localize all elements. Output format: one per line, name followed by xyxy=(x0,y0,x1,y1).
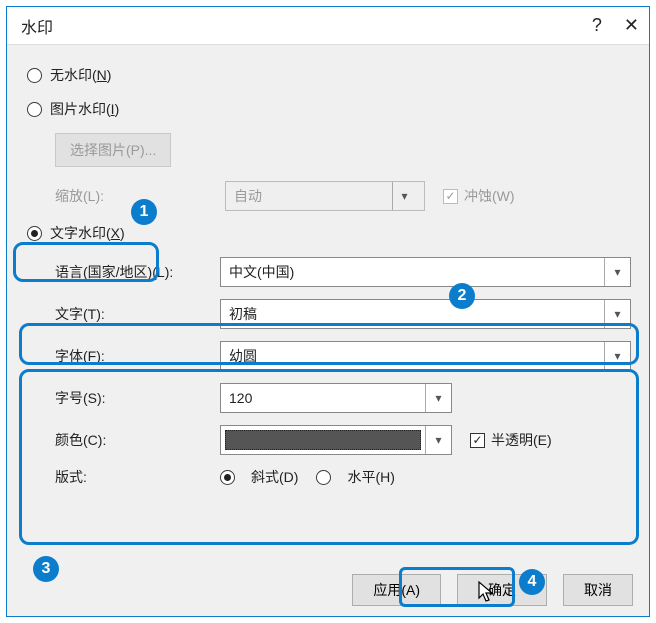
close-icon[interactable]: ✕ xyxy=(624,15,639,36)
watermark-dialog: 水印 ? ✕ 无水印(N) 图片水印(I) 选择图片(P)... 缩放(L) xyxy=(6,6,650,617)
radio-none[interactable] xyxy=(27,68,42,83)
badge-2: 2 xyxy=(449,283,475,309)
semi-label: 半透明(E) xyxy=(491,430,552,450)
layout-diagonal-row[interactable]: 斜式(D) xyxy=(220,467,298,487)
help-icon[interactable]: ? xyxy=(592,15,602,36)
window-controls: ? ✕ xyxy=(592,15,639,36)
language-select[interactable]: 中文(中国) ▾ xyxy=(220,257,631,287)
chevron-down-icon[interactable]: ▾ xyxy=(425,426,451,454)
font-value: 幼圆 xyxy=(221,342,604,370)
washout-label: 冲蚀(W) xyxy=(464,186,515,206)
color-swatch xyxy=(225,430,421,450)
cancel-button[interactable]: 取消 xyxy=(563,574,633,606)
semi-check-row[interactable]: 半透明(E) xyxy=(470,430,552,450)
layout-horizontal-row[interactable]: 水平(H) xyxy=(316,467,394,487)
size-value: 120 xyxy=(221,384,425,412)
text-row: 文字(T): 初稿 ▾ xyxy=(55,299,631,329)
apply-button[interactable]: 应用(A) xyxy=(352,574,441,606)
titlebar: 水印 ? ✕ xyxy=(7,7,649,45)
scale-value: 自动 xyxy=(234,186,392,206)
radio-none-row[interactable]: 无水印(N) xyxy=(27,65,631,85)
select-picture-button: 选择图片(P)... xyxy=(55,133,171,167)
layout-diagonal-label: 斜式(D) xyxy=(251,467,298,487)
size-row: 字号(S): 120 ▾ xyxy=(55,383,631,413)
badge-4: 4 xyxy=(519,569,545,595)
badge-3: 3 xyxy=(33,556,59,582)
color-row: 颜色(C): ▾ 半透明(E) xyxy=(55,425,631,455)
radio-picture-label: 图片水印(I) xyxy=(50,99,119,119)
radio-picture[interactable] xyxy=(27,102,42,117)
chevron-down-icon[interactable]: ▾ xyxy=(604,342,630,370)
size-select[interactable]: 120 ▾ xyxy=(220,383,452,413)
chevron-down-icon[interactable]: ▾ xyxy=(604,300,630,328)
font-row: 字体(F): 幼圆 ▾ xyxy=(55,341,631,371)
language-row: 语言(国家/地区)(L): 中文(中国) ▾ xyxy=(55,257,631,287)
layout-label: 版式: xyxy=(55,467,220,487)
scale-row: 缩放(L): 自动 ▾ 冲蚀(W) xyxy=(27,181,631,211)
title-text: 水印 xyxy=(21,14,53,38)
layout-row: 版式: 斜式(D) 水平(H) xyxy=(55,467,631,487)
text-value: 初稿 xyxy=(221,300,604,328)
language-label: 语言(国家/地区)(L): xyxy=(55,262,220,282)
radio-text-label: 文字水印(X) xyxy=(50,223,125,243)
text-select[interactable]: 初稿 ▾ xyxy=(220,299,631,329)
layout-diagonal-radio[interactable] xyxy=(220,470,235,485)
radio-text-row[interactable]: 文字水印(X) xyxy=(27,223,631,243)
chevron-down-icon[interactable]: ▾ xyxy=(604,258,630,286)
semi-checkbox[interactable] xyxy=(470,433,485,448)
chevron-down-icon: ▾ xyxy=(392,182,416,210)
layout-horizontal-radio[interactable] xyxy=(316,470,331,485)
scale-select: 自动 ▾ xyxy=(225,181,425,211)
washout-checkbox xyxy=(443,189,458,204)
color-label: 颜色(C): xyxy=(55,430,220,450)
text-label: 文字(T): xyxy=(55,304,220,324)
cursor-icon xyxy=(477,580,497,610)
font-label: 字体(F): xyxy=(55,346,220,366)
radio-none-label: 无水印(N) xyxy=(50,65,111,85)
content-area: 无水印(N) 图片水印(I) 选择图片(P)... 缩放(L): 自动 ▾ xyxy=(7,45,649,511)
layout-horizontal-label: 水平(H) xyxy=(347,467,394,487)
font-select[interactable]: 幼圆 ▾ xyxy=(220,341,631,371)
language-value: 中文(中国) xyxy=(221,258,604,286)
radio-text[interactable] xyxy=(27,226,42,241)
size-label: 字号(S): xyxy=(55,388,220,408)
chevron-down-icon[interactable]: ▾ xyxy=(425,384,451,412)
color-select[interactable]: ▾ xyxy=(220,425,452,455)
badge-1: 1 xyxy=(131,199,157,225)
radio-picture-row[interactable]: 图片水印(I) xyxy=(27,99,631,119)
washout-check-row: 冲蚀(W) xyxy=(443,186,515,206)
